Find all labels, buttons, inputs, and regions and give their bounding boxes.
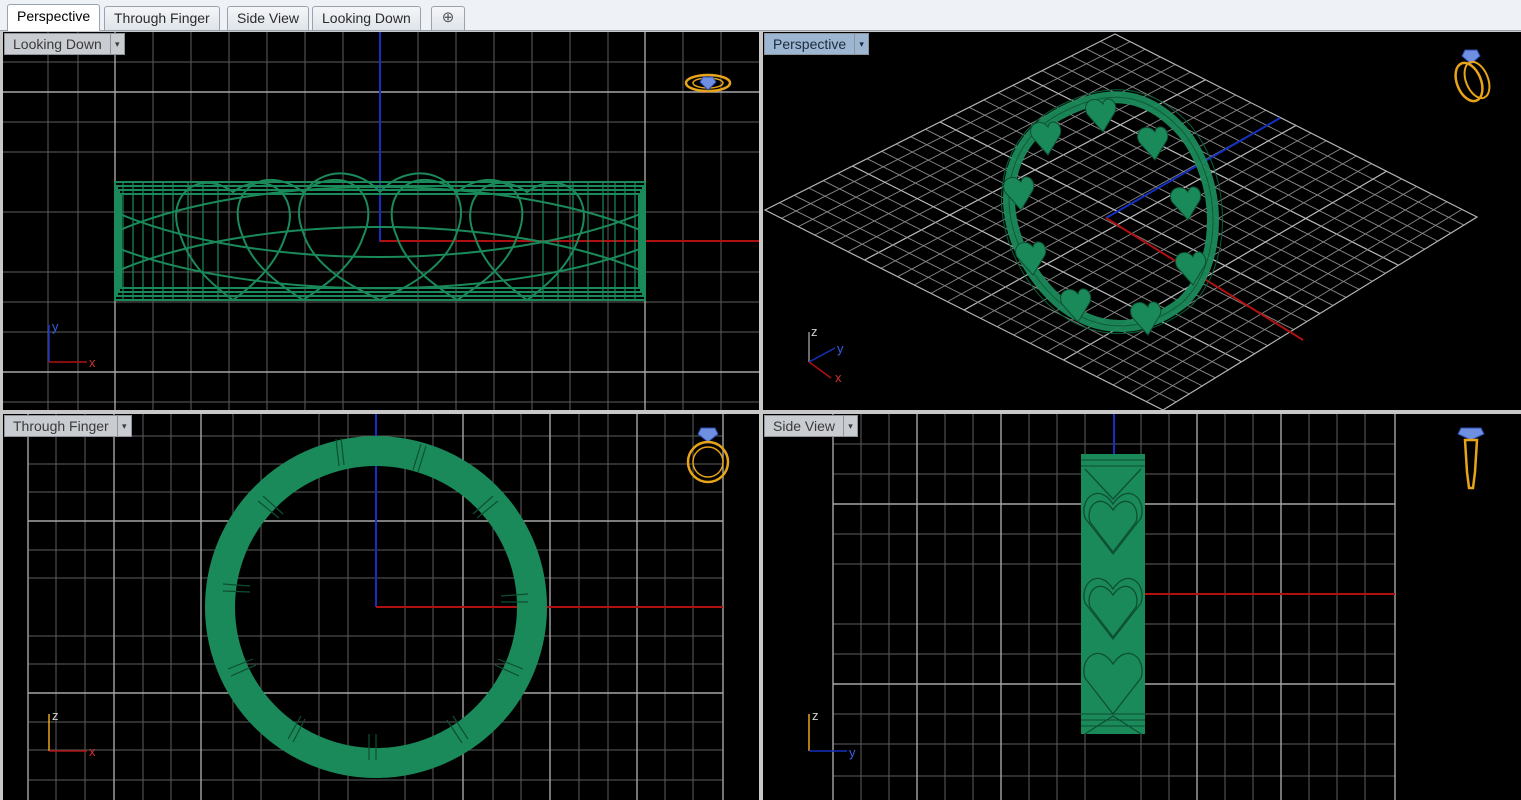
ring-top-icon xyxy=(684,73,732,93)
ring-side-icon xyxy=(1457,427,1485,490)
tab-side-view[interactable]: Side View xyxy=(227,6,310,30)
perspective-grid-line xyxy=(996,140,1327,328)
perspective-grid-line xyxy=(823,180,1216,379)
svg-text:z: z xyxy=(812,708,819,723)
svg-text:x: x xyxy=(835,370,842,384)
perspective-grid-line xyxy=(1096,186,1417,378)
viewport-title-looking-down[interactable]: Looking Down ▾ xyxy=(4,33,125,55)
tab-perspective[interactable]: Perspective xyxy=(7,4,101,31)
svg-text:z: z xyxy=(811,324,818,339)
axis-triad-side: z y xyxy=(808,708,856,760)
ring-perspective-icon xyxy=(1454,49,1491,103)
perspective-grid-line xyxy=(1146,208,1463,403)
tab-through-finger[interactable]: Through Finger xyxy=(104,6,220,30)
viewport-tab-bar: Perspective Through Finger Side View Loo… xyxy=(0,0,1521,31)
chevron-down-icon[interactable]: ▾ xyxy=(109,34,124,54)
viewport-title-side-view[interactable]: Side View ▾ xyxy=(764,415,859,437)
perspective-grid-line xyxy=(896,143,1281,339)
rhino-window: Perspective Through Finger Side View Loo… xyxy=(0,0,1521,800)
chevron-down-icon[interactable]: ▾ xyxy=(854,34,868,54)
axis-triad-perspective: z y x xyxy=(808,324,844,384)
perspective-grid-line xyxy=(1079,178,1402,369)
axis-triad-top: y x xyxy=(48,319,96,370)
viewport-title-through-finger[interactable]: Through Finger ▾ xyxy=(4,415,132,437)
through-finger-canvas xyxy=(27,414,724,800)
svg-text:x: x xyxy=(89,355,96,370)
chevron-down-icon[interactable]: ▾ xyxy=(116,416,131,436)
perspective-grid-line xyxy=(910,136,1295,330)
viewport-perspective[interactable]: Perspective ▾ z y x xyxy=(763,32,1521,410)
svg-text:y: y xyxy=(52,319,59,334)
plus-icon: ⊕ xyxy=(441,9,455,26)
viewport-title-perspective[interactable]: Perspective ▾ xyxy=(764,33,870,55)
svg-text:x: x xyxy=(89,744,96,759)
axis-triad-front: z x xyxy=(48,708,96,759)
viewport-looking-down[interactable]: Looking Down ▾ y x xyxy=(3,32,759,410)
viewport-through-finger[interactable]: Through Finger ▾ z x xyxy=(3,414,759,800)
svg-text:z: z xyxy=(52,708,59,723)
perspective-grid-line xyxy=(1129,201,1448,394)
chevron-down-icon[interactable]: ▾ xyxy=(843,416,857,436)
ring-front-icon xyxy=(686,427,730,484)
tab-looking-down[interactable]: Looking Down xyxy=(312,6,421,30)
add-tab-button[interactable]: ⊕ xyxy=(431,6,465,30)
side-view-canvas xyxy=(832,414,1396,800)
svg-text:y: y xyxy=(837,341,844,356)
looking-down-canvas xyxy=(3,32,759,410)
perspective-canvas xyxy=(763,33,1479,410)
svg-text:y: y xyxy=(849,745,856,760)
perspective-grid-line xyxy=(1063,170,1387,361)
perspective-grid-line xyxy=(1113,193,1432,386)
viewport-side-view[interactable]: Side View ▾ z y xyxy=(763,414,1521,800)
perspective-grid-line xyxy=(939,121,1321,315)
